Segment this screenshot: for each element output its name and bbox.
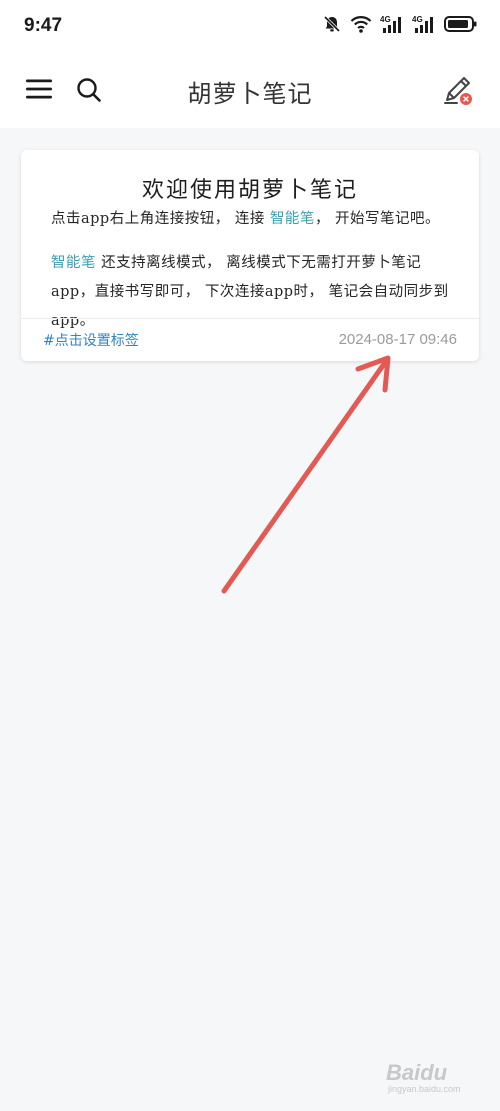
watermark: Baidu jingyan.baidu.com	[384, 1058, 480, 1098]
set-tag-link[interactable]: #点击设置标签	[43, 330, 139, 350]
app-title: 胡萝卜笔记	[187, 80, 313, 108]
note-para2: 智能笔 还支持离线模式， 离线模式下无需打开萝卜笔记app，直接书写即可， 下次…	[51, 249, 461, 336]
note-title: 欢迎使用胡萝卜笔记	[141, 178, 358, 203]
note-timestamp: 2024-08-17 09:46	[338, 331, 457, 348]
signal-4g-icon: 4G	[412, 14, 436, 38]
status-bar: 9:47 4G 4G	[0, 0, 500, 52]
wifi-icon	[350, 14, 372, 38]
connect-pen-button[interactable]	[440, 72, 476, 108]
top-area: 9:47 4G 4G 胡萝卜笔记	[0, 0, 500, 128]
watermark-sub: jingyan.baidu.com	[388, 1084, 461, 1094]
note-line1-a: 点击app右上角连接按钮， 连接	[51, 211, 270, 227]
status-icons: 4G 4G	[314, 14, 478, 38]
status-time: 9:47	[24, 15, 63, 36]
pen-icon	[444, 77, 472, 105]
smart-pen-highlight: 智能笔	[269, 211, 315, 227]
note-card[interactable]: 欢迎使用胡萝卜笔记 点击app右上角连接按钮， 连接 智能笔， 开始写笔记吧。 …	[21, 150, 479, 361]
note-line1: 点击app右上角连接按钮， 连接 智能笔， 开始写笔记吧。	[51, 205, 461, 234]
battery-icon	[444, 14, 478, 38]
app-header: 胡萝卜笔记	[0, 52, 500, 128]
svg-text:4G: 4G	[380, 15, 391, 24]
bell-off-icon	[322, 14, 342, 38]
note-line1-b: ， 开始写笔记吧。	[314, 211, 441, 227]
signal-4g-icon: 4G	[380, 14, 404, 38]
smart-pen-highlight: 智能笔	[51, 255, 96, 271]
svg-text:4G: 4G	[412, 15, 423, 24]
card-divider	[21, 318, 479, 319]
watermark-brand: Baidu	[386, 1060, 448, 1085]
